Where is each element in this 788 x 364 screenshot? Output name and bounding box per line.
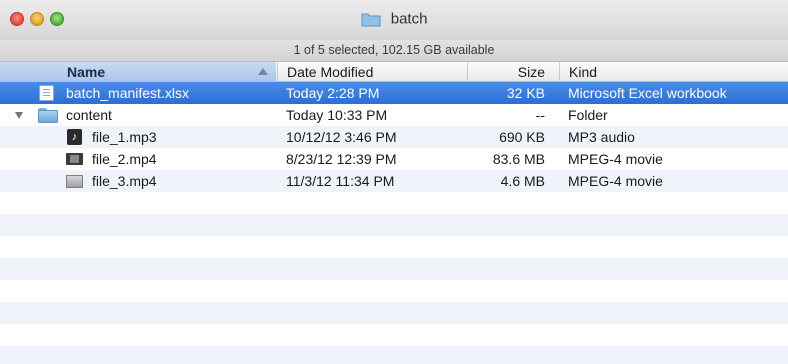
file-kind: Folder: [568, 107, 608, 123]
file-kind: MPEG-4 movie: [568, 173, 663, 189]
empty-row: [0, 346, 788, 364]
column-header-size[interactable]: Size: [467, 62, 559, 82]
file-list: batch_manifest.xlsx Today 2:28 PM 32 KB …: [0, 82, 788, 364]
empty-row: [0, 302, 788, 324]
empty-row: [0, 214, 788, 236]
file-name-cell: ♪ file_1.mp3: [0, 126, 276, 148]
file-name: file_2.mp4: [92, 151, 157, 167]
file-kind: Microsoft Excel workbook: [568, 85, 727, 101]
file-row-content-folder[interactable]: content Today 10:33 PM -- Folder: [0, 104, 788, 126]
file-size: 32 KB: [506, 85, 545, 101]
empty-row: [0, 258, 788, 280]
file-name-cell: batch_manifest.xlsx: [0, 82, 276, 104]
empty-row: [0, 324, 788, 346]
empty-row: [0, 280, 788, 302]
column-header-kind[interactable]: Kind: [559, 62, 788, 82]
empty-row: [0, 192, 788, 214]
file-kind: MP3 audio: [568, 129, 635, 145]
window-title-text: batch: [390, 10, 428, 28]
folder-icon: [38, 108, 58, 123]
file-date: 8/23/12 12:39 PM: [286, 151, 397, 167]
title-bar[interactable]: batch: [0, 0, 788, 40]
file-name-cell: file_2.mp4: [0, 148, 276, 170]
empty-row: [0, 236, 788, 258]
file-name: file_1.mp3: [92, 129, 157, 145]
file-size: 83.6 MB: [492, 151, 545, 167]
file-size: 690 KB: [499, 129, 545, 145]
movie-file-icon: [66, 175, 83, 188]
file-size: --: [535, 107, 545, 123]
file-name: file_3.mp4: [92, 173, 157, 189]
status-bar: 1 of 5 selected, 102.15 GB available: [0, 40, 788, 62]
finder-window: batch 1 of 5 selected, 102.15 GB availab…: [0, 0, 788, 364]
movie-file-icon: [66, 153, 83, 165]
folder-icon: [361, 13, 381, 27]
file-date: 11/3/12 11:34 PM: [286, 173, 395, 189]
audio-file-icon: ♪: [67, 129, 82, 145]
file-kind: MPEG-4 movie: [568, 151, 663, 167]
window-title: batch: [0, 10, 788, 28]
file-date: 10/12/12 3:46 PM: [286, 129, 397, 145]
file-name: content: [66, 107, 112, 123]
file-date: Today 2:28 PM: [286, 85, 380, 101]
file-name: batch_manifest.xlsx: [66, 85, 189, 101]
file-date: Today 10:33 PM: [286, 107, 388, 123]
column-header-name[interactable]: Name: [0, 62, 276, 82]
column-header: Name Date Modified Size Kind: [0, 62, 788, 82]
column-header-name-label: Name: [67, 64, 106, 80]
file-name-cell: content: [0, 104, 276, 126]
file-row-batch-manifest[interactable]: batch_manifest.xlsx Today 2:28 PM 32 KB …: [0, 82, 788, 104]
column-header-date-modified[interactable]: Date Modified: [277, 62, 467, 82]
file-name-cell: file_3.mp4: [0, 170, 276, 192]
file-size: 4.6 MB: [500, 173, 545, 189]
sort-ascending-icon: [258, 68, 268, 75]
file-row-file-2-mp4[interactable]: file_2.mp4 8/23/12 12:39 PM 83.6 MB MPEG…: [0, 148, 788, 170]
disclosure-triangle-expanded-icon[interactable]: [15, 112, 23, 119]
file-row-file-3-mp4[interactable]: file_3.mp4 11/3/12 11:34 PM 4.6 MB MPEG-…: [0, 170, 788, 192]
file-row-file-1-mp3[interactable]: ♪ file_1.mp3 10/12/12 3:46 PM 690 KB MP3…: [0, 126, 788, 148]
spreadsheet-document-icon: [39, 85, 54, 101]
